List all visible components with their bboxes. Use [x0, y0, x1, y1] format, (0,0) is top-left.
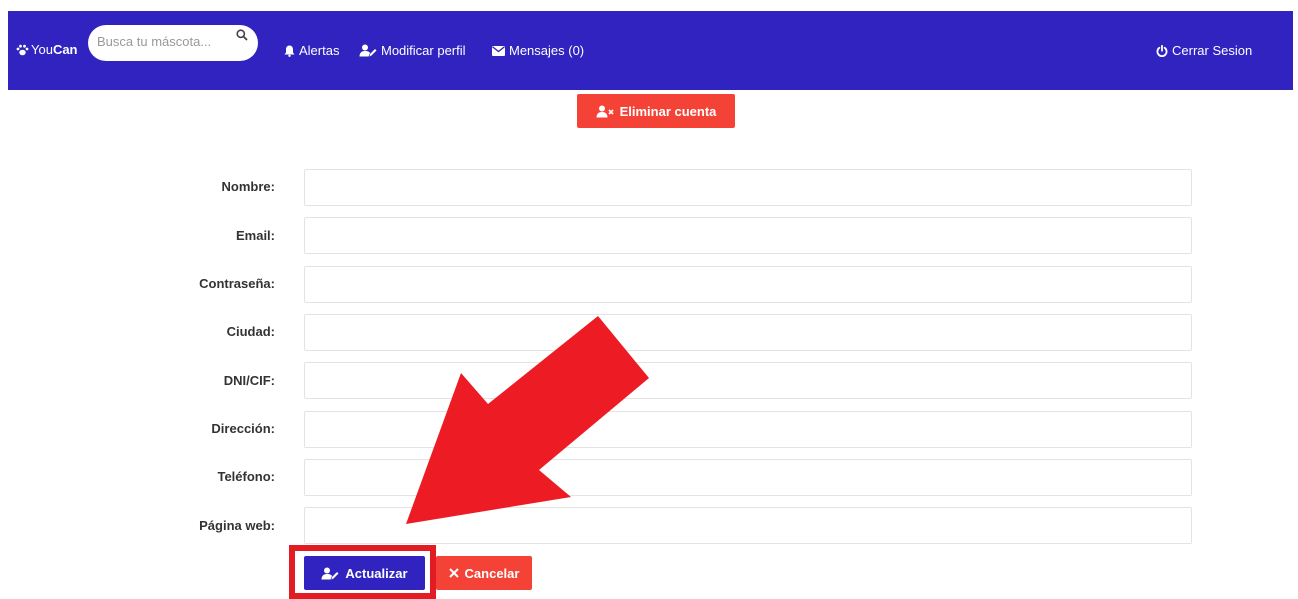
- nav-link-mensajes[interactable]: Mensajes (0): [492, 43, 584, 58]
- top-navbar: YouCan Alertas Modificar perfil Mensajes…: [8, 11, 1293, 90]
- password-field[interactable]: [304, 266, 1192, 303]
- form-label: Email:: [235, 228, 275, 243]
- form-label: Ciudad:: [226, 324, 275, 339]
- brand-logo[interactable]: You Can: [16, 42, 78, 57]
- telefono-field[interactable]: [304, 459, 1192, 496]
- ciudad-field[interactable]: [304, 314, 1192, 351]
- nav-link-modificar-perfil[interactable]: Modificar perfil: [359, 43, 466, 58]
- annotation-highlight-box: [289, 545, 436, 599]
- search-box: [88, 25, 258, 61]
- cancel-button[interactable]: Cancelar: [436, 556, 532, 590]
- cancel-button-label: Cancelar: [464, 565, 520, 581]
- form-label: Página web:: [199, 518, 275, 533]
- user-times-icon: [596, 105, 614, 117]
- brand-suffix: Can: [52, 42, 78, 57]
- nav-link-alertas-label: Alertas: [299, 43, 340, 58]
- search-input[interactable]: [97, 34, 232, 49]
- paw-icon: [16, 44, 29, 55]
- form-label: Nombre:: [221, 179, 275, 194]
- email-field[interactable]: [304, 217, 1192, 254]
- search-icon[interactable]: [236, 29, 248, 41]
- brand-prefix: You: [31, 42, 53, 57]
- delete-account-label: Eliminar cuenta: [619, 103, 717, 119]
- times-icon: [448, 568, 459, 578]
- nav-link-alertas[interactable]: Alertas: [284, 43, 339, 58]
- pagina-web-field[interactable]: [304, 507, 1192, 544]
- nombre-field[interactable]: [304, 169, 1192, 206]
- logout-link[interactable]: Cerrar Sesion: [1156, 43, 1252, 58]
- user-edit-icon: [359, 44, 377, 57]
- delete-account-button[interactable]: Eliminar cuenta: [577, 94, 735, 128]
- nav-link-modificar-perfil-label: Modificar perfil: [381, 43, 466, 58]
- form-label: Teléfono:: [217, 469, 275, 484]
- bell-icon: [284, 45, 295, 57]
- form-label: DNI/CIF:: [223, 373, 275, 388]
- envelope-icon: [492, 45, 505, 56]
- dni-cif-field[interactable]: [304, 362, 1192, 399]
- logout-label: Cerrar Sesion: [1172, 43, 1253, 58]
- form-label: Dirección:: [211, 421, 275, 436]
- nav-link-mensajes-label: Mensajes (0): [509, 43, 585, 58]
- direccion-field[interactable]: [304, 411, 1192, 448]
- power-icon: [1156, 44, 1168, 57]
- form-label: Contraseña:: [199, 276, 275, 291]
